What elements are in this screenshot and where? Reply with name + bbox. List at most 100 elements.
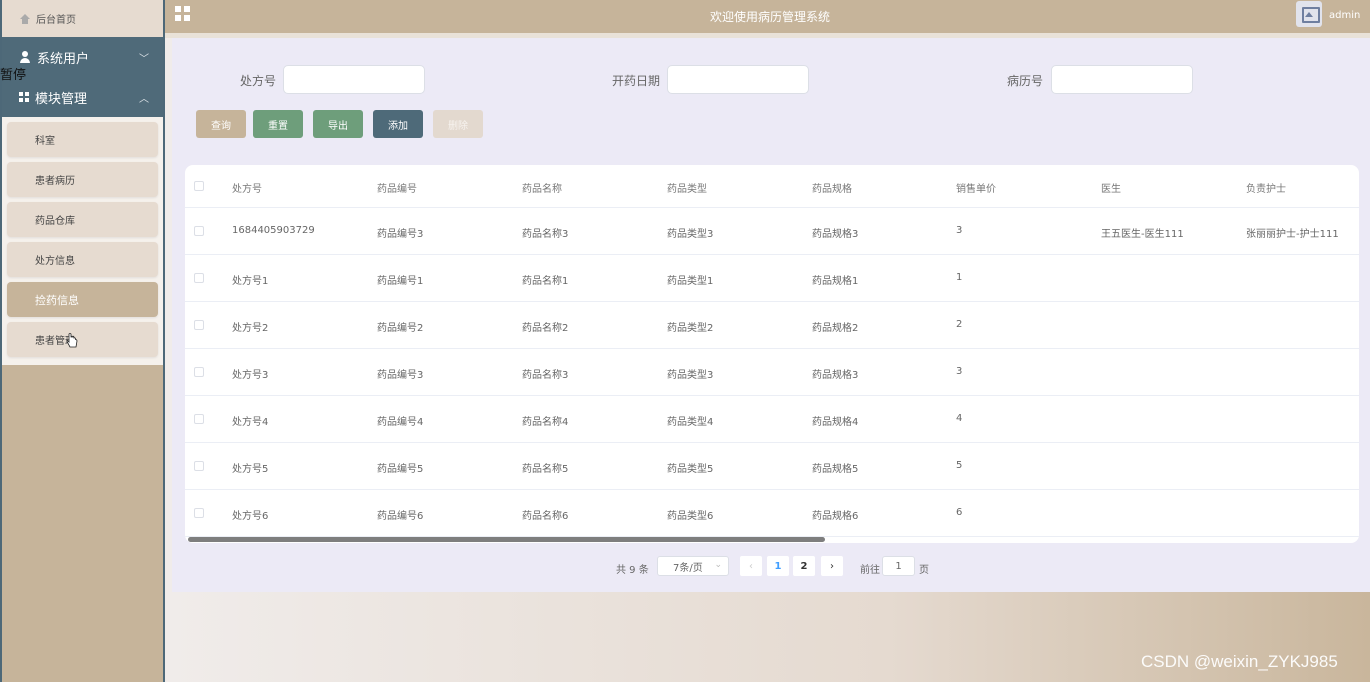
user-name[interactable]: admin <box>1329 10 1360 21</box>
table-cell: 张丽丽护士-护士111 <box>1246 229 1339 240</box>
sidebar-group-modules[interactable]: 模块管理 ︿ <box>2 77 163 117</box>
chevron-down-icon: ⌄ <box>714 560 722 570</box>
table-cell: 药品名称3 <box>522 229 569 240</box>
column-header[interactable]: 处方号 <box>232 180 262 195</box>
chevron-down-icon: ﹀ <box>139 53 149 65</box>
table-cell: 药品类型3 <box>667 229 714 240</box>
table-row[interactable]: 处方号6 药品编号6 药品名称6 药品类型6 药品规格6 6 <box>185 490 1359 537</box>
page-button-1[interactable]: 1 <box>767 556 789 576</box>
table-cell: 药品规格1 <box>812 276 859 287</box>
column-header[interactable]: 药品名称 <box>522 180 562 195</box>
page-title: 欢迎使用病历管理系统 <box>709 10 830 24</box>
table-cell: 药品编号6 <box>377 511 424 522</box>
query-button[interactable]: 查询 <box>196 110 246 138</box>
page-size-value: 7条/页 <box>673 562 703 574</box>
sidebar-item-label: 捡药信息 <box>35 293 79 307</box>
sidebar-group-system-users[interactable]: 系统用户 ﹀ <box>2 37 163 77</box>
row-checkbox[interactable] <box>194 226 204 236</box>
grid-icon <box>19 92 29 102</box>
table-cell: 1684405903729 <box>232 225 315 236</box>
row-checkbox[interactable] <box>194 273 204 283</box>
reset-button[interactable]: 重置 <box>253 110 303 138</box>
select-all-checkbox[interactable] <box>194 181 204 191</box>
filter-label-record-no: 病历号 <box>1007 74 1044 88</box>
table-cell: 1 <box>956 272 963 283</box>
row-checkbox[interactable] <box>194 320 204 330</box>
column-header[interactable]: 药品编号 <box>377 180 417 195</box>
table-row[interactable]: 1684405903729 药品编号3 药品名称3 药品类型3 药品规格3 3 王五医生-医… <box>185 208 1359 255</box>
export-button[interactable]: 导出 <box>313 110 363 138</box>
table-cell: 药品编号3 <box>377 370 424 381</box>
column-header[interactable]: 销售单价 <box>956 180 996 195</box>
sidebar-home-label: 后台首页 <box>36 15 76 26</box>
table-cell: 3 <box>956 366 963 377</box>
table-cell: 药品类型6 <box>667 511 714 522</box>
sidebar-group-label: 系统用户 <box>37 51 90 67</box>
table-cell: 药品类型1 <box>667 276 714 287</box>
table-cell: 药品类型5 <box>667 464 714 475</box>
column-header[interactable]: 医生 <box>1101 180 1121 195</box>
sidebar-home[interactable]: 后台首页 <box>2 0 163 37</box>
prev-page-button[interactable]: ‹ <box>740 556 762 576</box>
table-cell: 药品规格2 <box>812 323 859 334</box>
table-cell: 药品类型4 <box>667 417 714 428</box>
table-row[interactable]: 处方号1 药品编号1 药品名称1 药品类型1 药品规格1 1 <box>185 255 1359 302</box>
sidebar-submenu: 科室 患者病历 药品仓库 处方信息 捡药信息 患者管理 <box>2 117 163 365</box>
top-bar: 欢迎使用病历管理系统 admin <box>165 0 1370 33</box>
column-header[interactable]: 负责护士 <box>1246 180 1286 195</box>
sidebar-item-label: 处方信息 <box>35 256 75 267</box>
goto-page-input[interactable]: 1 <box>882 556 915 576</box>
sidebar-item-label: 患者病历 <box>35 176 75 187</box>
table-row[interactable]: 处方号5 药品编号5 药品名称5 药品类型5 药品规格5 5 <box>185 443 1359 490</box>
sidebar-item-patient-records[interactable]: 患者病历 <box>7 162 158 197</box>
table-cell: 处方号1 <box>232 276 269 287</box>
table-cell: 2 <box>956 319 963 330</box>
sidebar-item-dispensing[interactable]: 捡药信息 <box>7 282 158 317</box>
prescribe-date-input[interactable] <box>667 65 809 94</box>
table-row[interactable]: 处方号3 药品编号3 药品名称3 药品类型3 药品规格3 3 <box>185 349 1359 396</box>
table-cell: 药品名称2 <box>522 323 569 334</box>
filter-label-prescription-no: 处方号 <box>240 74 277 88</box>
table-cell: 处方号6 <box>232 511 269 522</box>
table-cell: 4 <box>956 413 963 424</box>
table-cell: 3 <box>956 225 963 236</box>
goto-label: 前往 <box>860 565 880 576</box>
row-checkbox[interactable] <box>194 414 204 424</box>
page-button-2[interactable]: 2 <box>793 556 815 576</box>
record-no-input[interactable] <box>1051 65 1193 94</box>
page-size-select[interactable]: 7条/页 ⌄ <box>657 556 729 576</box>
table-cell: 药品名称3 <box>522 370 569 381</box>
sidebar-group-label: 模块管理 <box>35 91 88 107</box>
hand-cursor-icon <box>66 333 78 348</box>
column-header[interactable]: 药品规格 <box>812 180 852 195</box>
table-row[interactable]: 处方号4 药品编号4 药品名称4 药品类型4 药品规格4 4 <box>185 396 1359 443</box>
sidebar-item-patient-management[interactable]: 患者管理 <box>7 322 158 357</box>
prescription-no-input[interactable] <box>283 65 425 94</box>
table-cell: 药品规格6 <box>812 511 859 522</box>
delete-button[interactable]: 删除 <box>433 110 483 138</box>
next-page-button[interactable]: › <box>821 556 843 576</box>
table-row[interactable]: 处方号2 药品编号2 药品名称2 药品类型2 药品规格2 2 <box>185 302 1359 349</box>
table-cell: 药品规格3 <box>812 229 859 240</box>
sidebar-item-drug-warehouse[interactable]: 药品仓库 <box>7 202 158 237</box>
avatar[interactable] <box>1296 1 1322 27</box>
sidebar-item-label: 科室 <box>35 136 55 147</box>
filter-label-prescribe-date: 开药日期 <box>612 74 661 88</box>
table-cell: 药品编号3 <box>377 229 424 240</box>
row-checkbox[interactable] <box>194 367 204 377</box>
sidebar-item-department[interactable]: 科室 <box>7 122 158 157</box>
table-cell: 药品名称6 <box>522 511 569 522</box>
chevron-up-icon: ︿ <box>139 93 149 105</box>
table-cell: 药品名称1 <box>522 276 569 287</box>
data-table: 处方号 药品编号 药品名称 药品类型 药品规格 销售单价 医生 负责护士 168… <box>185 165 1359 543</box>
sidebar: 后台首页 系统用户 ﹀ 模块管理 ︿ 科室 患者病历 药品仓库 处方信息 捡药信… <box>0 0 165 682</box>
add-button[interactable]: 添加 <box>373 110 423 138</box>
row-checkbox[interactable] <box>194 508 204 518</box>
column-header[interactable]: 药品类型 <box>667 180 707 195</box>
table-cell: 药品编号4 <box>377 417 424 428</box>
table-cell: 处方号2 <box>232 323 269 334</box>
horizontal-scrollbar[interactable] <box>188 537 825 542</box>
sidebar-item-prescription[interactable]: 处方信息 <box>7 242 158 277</box>
row-checkbox[interactable] <box>194 461 204 471</box>
table-cell: 王五医生-医生111 <box>1101 229 1184 240</box>
